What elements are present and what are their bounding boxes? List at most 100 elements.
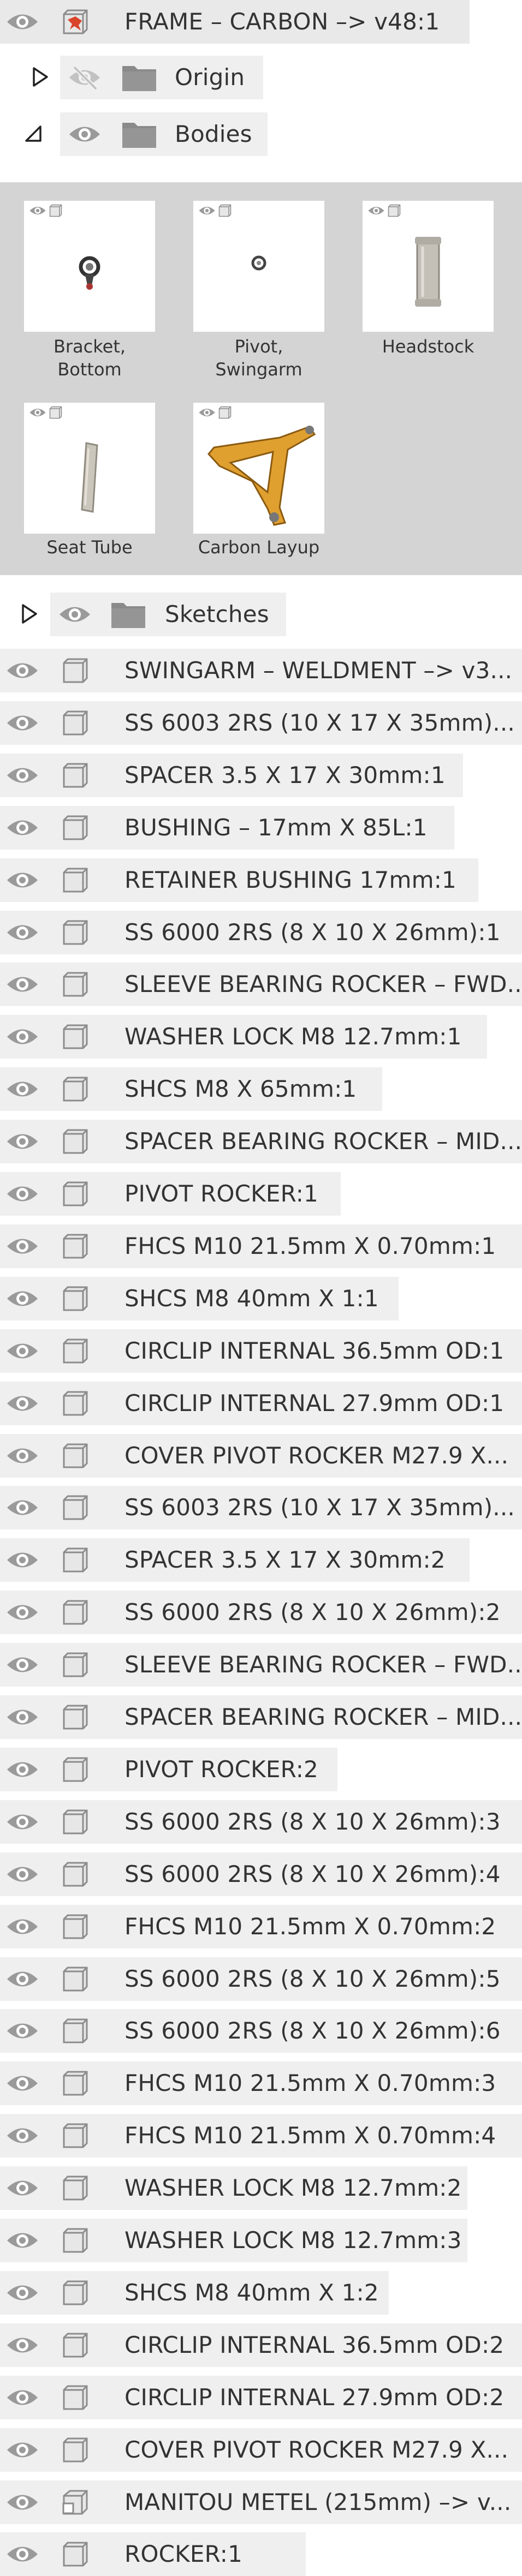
- component-row[interactable]: WASHER LOCK M8 12.7mm:2: [0, 2166, 467, 2210]
- eye-icon[interactable]: [5, 1862, 39, 1887]
- component-label: FHCS M10 21.5mm X 0.70mm:4: [124, 2122, 496, 2149]
- component-row[interactable]: MANITOU METEL (215mm) –> v...: [0, 2481, 522, 2524]
- eye-icon[interactable]: [5, 658, 39, 683]
- component-row[interactable]: COVER PIVOT ROCKER M27.9 X...: [0, 1434, 522, 1478]
- component-row[interactable]: SPACER BEARING ROCKER – MID...: [0, 1695, 522, 1739]
- component-row[interactable]: CIRCLIP INTERNAL 36.5mm OD:2: [0, 2323, 522, 2367]
- eye-icon[interactable]: [5, 2175, 39, 2201]
- sketches-folder-row[interactable]: Sketches: [50, 593, 286, 636]
- root-component-row[interactable]: FRAME – CARBON –> v48:1: [0, 0, 470, 44]
- component-row[interactable]: FHCS M10 21.5mm X 0.70mm:2: [0, 1905, 522, 1949]
- expand-triangle-icon[interactable]: [32, 67, 49, 87]
- component-row[interactable]: SLEEVE BEARING ROCKER – FWD...: [0, 1643, 522, 1687]
- body-thumbnail-bracket-bottom[interactable]: [24, 201, 155, 332]
- folder-icon: [121, 119, 157, 149]
- eye-icon[interactable]: [5, 1495, 39, 1520]
- eye-icon[interactable]: [5, 1967, 39, 1992]
- component-row[interactable]: BUSHING – 17mm X 85L:1: [0, 806, 454, 850]
- eye-icon[interactable]: [5, 1547, 39, 1573]
- eye-icon[interactable]: [5, 1234, 39, 1259]
- component-row[interactable]: SS 6000 2RS (8 X 10 X 26mm):4: [0, 1852, 522, 1896]
- eye-icon[interactable]: [198, 204, 216, 217]
- body-thumbnail-pivot-swingarm[interactable]: [193, 201, 324, 332]
- eye-icon[interactable]: [5, 2385, 39, 2410]
- component-row[interactable]: SS 6000 2RS (8 X 10 X 26mm):3: [0, 1800, 522, 1844]
- body-thumbnail-headstock[interactable]: [363, 201, 494, 332]
- eye-icon[interactable]: [5, 1077, 39, 1102]
- eye-icon[interactable]: [5, 1914, 39, 1939]
- component-row[interactable]: FHCS M10 21.5mm X 0.70mm:1: [0, 1224, 522, 1268]
- collapse-triangle-icon[interactable]: [24, 124, 43, 143]
- bodies-folder-row[interactable]: Bodies: [60, 112, 268, 156]
- component-row[interactable]: COVER PIVOT ROCKER M27.9 X...: [0, 2428, 522, 2472]
- body-thumbnail-seat-tube[interactable]: [24, 403, 155, 534]
- eye-icon[interactable]: [5, 1443, 39, 1468]
- eye-icon[interactable]: [5, 1286, 39, 1311]
- eye-icon[interactable]: [5, 710, 39, 736]
- eye-icon[interactable]: [5, 1391, 39, 1416]
- eye-icon[interactable]: [5, 1338, 39, 1364]
- eye-icon[interactable]: [5, 2228, 39, 2253]
- eye-icon[interactable]: [5, 1809, 39, 1834]
- eye-icon[interactable]: [5, 1705, 39, 1730]
- component-row[interactable]: SHCS M8 X 65mm:1: [0, 1067, 382, 1111]
- eye-icon[interactable]: [5, 1181, 39, 1206]
- eye-icon[interactable]: [5, 2071, 39, 2096]
- component-row[interactable]: CIRCLIP INTERNAL 27.9mm OD:1: [0, 1382, 522, 1425]
- eye-icon[interactable]: [5, 1757, 39, 1782]
- eye-icon[interactable]: [5, 1129, 39, 1154]
- eye-icon[interactable]: [5, 1024, 39, 1049]
- component-label: SLEEVE BEARING ROCKER – FWD...: [124, 971, 522, 997]
- eye-icon[interactable]: [5, 2123, 39, 2148]
- component-row[interactable]: WASHER LOCK M8 12.7mm:3: [0, 2219, 467, 2262]
- component-label: CIRCLIP INTERNAL 27.9mm OD:1: [124, 1390, 505, 1416]
- component-row[interactable]: CIRCLIP INTERNAL 27.9mm OD:2: [0, 2376, 522, 2419]
- component-row[interactable]: FHCS M10 21.5mm X 0.70mm:3: [0, 2061, 522, 2105]
- body-thumbnail-carbon-layup[interactable]: [193, 403, 324, 534]
- component-row[interactable]: SS 6000 2RS (8 X 10 X 26mm):5: [0, 1957, 522, 2001]
- origin-folder-row[interactable]: Origin: [60, 56, 263, 99]
- eye-icon[interactable]: [28, 406, 47, 419]
- eye-icon[interactable]: [5, 2018, 39, 2043]
- component-row[interactable]: SPACER BEARING ROCKER – MID...: [0, 1120, 522, 1163]
- component-row[interactable]: ROCKER:1: [0, 2532, 306, 2576]
- eye-icon[interactable]: [5, 763, 39, 788]
- component-row[interactable]: FHCS M10 21.5mm X 0.70mm:4: [0, 2114, 522, 2157]
- component-row[interactable]: WASHER LOCK M8 12.7mm:1: [0, 1015, 487, 1059]
- component-row[interactable]: SS 6000 2RS (8 X 10 X 26mm):1: [0, 911, 522, 954]
- expand-triangle-icon[interactable]: [21, 603, 38, 624]
- component-row[interactable]: SPACER 3.5 X 17 X 30mm:1: [0, 754, 463, 797]
- eye-icon[interactable]: [5, 2333, 39, 2358]
- eye-icon[interactable]: [5, 9, 39, 34]
- component-row[interactable]: RETAINER BUSHING 17mm:1: [0, 858, 478, 902]
- component-row[interactable]: CIRCLIP INTERNAL 36.5mm OD:1: [0, 1329, 522, 1373]
- eye-icon[interactable]: [5, 1652, 39, 1677]
- eye-icon[interactable]: [5, 2542, 39, 2567]
- eye-icon[interactable]: [5, 868, 39, 893]
- component-row[interactable]: SHCS M8 40mm X 1:2: [0, 2271, 389, 2315]
- eye-icon[interactable]: [5, 920, 39, 945]
- component-row[interactable]: SHCS M8 40mm X 1:1: [0, 1277, 399, 1320]
- eye-icon[interactable]: [5, 972, 39, 997]
- component-row[interactable]: SPACER 3.5 X 17 X 30mm:2: [0, 1538, 470, 1582]
- eye-icon[interactable]: [5, 2490, 39, 2515]
- component-row[interactable]: SS 6000 2RS (8 X 10 X 26mm):6: [0, 2009, 522, 2053]
- eye-icon[interactable]: [367, 204, 385, 217]
- eye-icon[interactable]: [5, 2280, 39, 2305]
- component-label: SHCS M8 40mm X 1:1: [124, 1285, 379, 1312]
- component-row[interactable]: PIVOT ROCKER:2: [0, 1748, 337, 1791]
- eye-icon[interactable]: [5, 815, 39, 840]
- eye-icon[interactable]: [28, 204, 47, 217]
- component-row[interactable]: SWINGARM – WELDMENT –> v3...: [0, 649, 522, 692]
- eye-icon[interactable]: [5, 1600, 39, 1625]
- eye-icon[interactable]: [5, 2437, 39, 2463]
- eye-hidden-icon[interactable]: [68, 65, 102, 90]
- eye-icon[interactable]: [58, 602, 92, 627]
- component-row[interactable]: SS 6000 2RS (8 X 10 X 26mm):2: [0, 1591, 522, 1634]
- component-row[interactable]: SLEEVE BEARING ROCKER – FWD...: [0, 963, 522, 1006]
- eye-icon[interactable]: [68, 122, 102, 147]
- component-row[interactable]: SS 6003 2RS (10 X 17 X 35mm)...: [0, 1486, 522, 1529]
- component-icon: [62, 762, 88, 788]
- component-row[interactable]: PIVOT ROCKER:1: [0, 1172, 341, 1216]
- component-row[interactable]: SS 6003 2RS (10 X 17 X 35mm)...: [0, 701, 522, 745]
